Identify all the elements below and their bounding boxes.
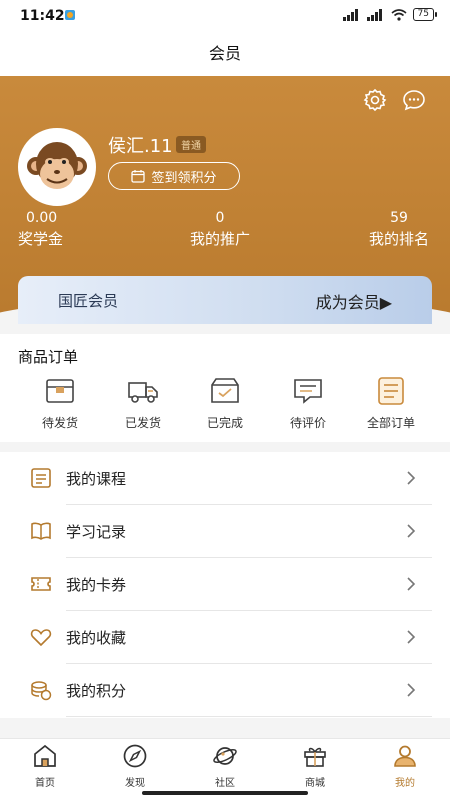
stat-value: 59 [390,210,408,226]
order-label: 已完成 [206,416,243,430]
chevron-right-icon [407,683,416,697]
stats-row: 0.00 奖学金 0 我的推广 59 我的排名 [0,210,450,254]
menu-label: 我的收藏 [66,629,127,647]
course-icon [31,468,51,488]
vip-title: 国匠会员 [58,292,119,310]
comment-icon [294,379,322,404]
stat-label: 奖学金 [18,230,64,248]
menu-item-courses[interactable]: 我的课程 [0,452,450,505]
tab-mall[interactable]: 商城 [285,743,345,789]
stat-scholarship[interactable]: 0.00 奖学金 [18,210,63,249]
orders-section: 商品订单 待发货 已发货 已完成 待评价 全部订单 [0,334,450,442]
list-icon [378,377,404,405]
truck-icon [128,382,158,403]
tab-home[interactable]: 首页 [15,743,75,789]
order-label: 全部订单 [366,416,415,430]
stat-value: 0.00 [26,210,58,226]
divider [66,716,432,717]
tab-community[interactable]: 社区 [195,743,255,789]
tab-label: 我的 [395,778,415,789]
chevron-right-icon [407,577,416,591]
book-icon [31,522,51,540]
menu-item-coupons[interactable]: 我的卡券 [0,558,450,611]
stat-value: 0 [215,210,225,226]
gift-icon [304,747,326,767]
app-notification-icon [65,10,75,20]
message-icon[interactable] [402,88,426,112]
chevron-right-icon [407,630,416,644]
tab-mine[interactable]: 我的 [375,743,435,789]
page-header: 会员 [0,32,450,76]
stat-ranking[interactable]: 59 我的排名 [360,210,438,249]
checkin-label: 签到领积分 [151,170,217,186]
stat-promotion[interactable]: 0 我的推广 [180,210,260,249]
tab-label: 商城 [305,778,325,789]
settings-icon[interactable] [363,88,387,112]
order-to-review[interactable]: 待评价 [273,376,343,431]
calendar-icon [131,170,146,183]
compass-icon [123,744,147,768]
member-level-badge: 普通 [176,136,206,153]
signal-icon [342,8,358,21]
battery-icon: 75 [412,8,438,21]
home-indicator [142,791,308,795]
status-time: 11:42 [20,8,65,24]
tab-label: 社区 [215,778,235,789]
menu-label: 学习记录 [66,523,127,541]
signal-icon-2 [366,8,382,21]
tab-discover[interactable]: 发现 [105,743,165,789]
status-bar: 11:42 75 [0,0,450,32]
heart-icon [30,629,52,647]
monkey-avatar-icon [20,130,94,204]
order-all[interactable]: 全部订单 [356,376,426,431]
chevron-right-icon [407,471,416,485]
status-icons: 75 [342,8,438,21]
checkin-button[interactable]: 签到领积分 [108,162,240,190]
menu-item-points[interactable]: 我的积分 [0,664,450,717]
home-icon [34,744,56,767]
user-icon [394,745,416,767]
order-completed[interactable]: 已完成 [190,376,260,431]
tab-label: 发现 [125,778,145,789]
menu-label: 我的卡券 [66,576,127,594]
menu-item-study-record[interactable]: 学习记录 [0,505,450,558]
box-icon [46,379,74,403]
vip-banner[interactable]: 国匠会员 成为会员▶ [18,276,432,324]
orders-title: 商品订单 [18,348,79,366]
stat-label: 我的排名 [368,230,429,248]
order-label: 待评价 [289,416,326,430]
become-member-link[interactable]: 成为会员▶ [316,289,392,313]
avatar[interactable] [18,128,96,206]
username: 侯汇.11 [108,136,173,157]
tab-label: 首页 [35,778,55,789]
menu-label: 我的积分 [66,682,127,700]
order-label: 已发货 [124,416,161,430]
menu-label: 我的课程 [66,470,127,488]
order-shipped[interactable]: 已发货 [108,376,178,431]
menu-list: 我的课程 学习记录 我的卡券 我的收藏 我的积分 [0,452,450,718]
page-title: 会员 [208,44,241,63]
planet-icon [213,747,237,765]
stat-label: 我的推广 [189,230,250,248]
order-label: 待发货 [41,416,78,430]
menu-item-favorites[interactable]: 我的收藏 [0,611,450,664]
chevron-right-icon [407,524,416,538]
coins-icon [31,681,52,701]
inbox-check-icon [211,378,239,403]
wifi-icon [391,8,407,21]
ticket-icon [31,577,51,591]
order-pending-ship[interactable]: 待发货 [25,376,95,431]
